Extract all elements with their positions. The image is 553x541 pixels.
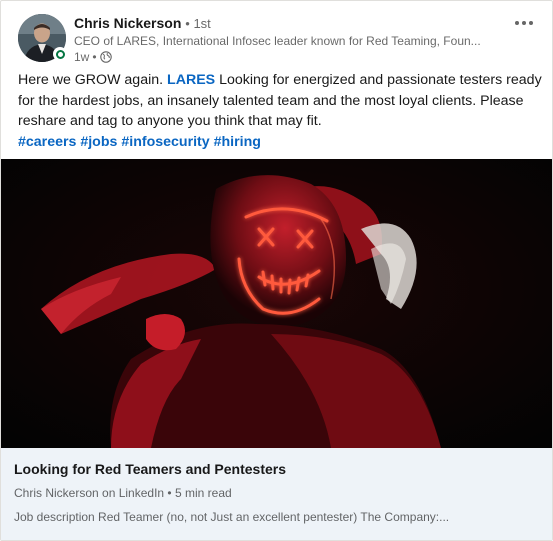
globe-icon	[99, 51, 112, 63]
post-time: 1w	[74, 50, 90, 64]
connection-degree: • 1st	[185, 16, 211, 31]
article-title[interactable]: Looking for Red Teamers and Pentesters	[14, 459, 286, 479]
author-headline: CEO of LARES, International Infosec lead…	[74, 34, 481, 48]
article-preview[interactable]: Looking for Red Teamers and Pentesters C…	[1, 448, 552, 540]
article-source: Chris Nickerson on LinkedIn • 5 min read	[14, 485, 232, 501]
author-avatar-wrap[interactable]	[18, 14, 67, 62]
hashtag-careers[interactable]: #careers	[18, 134, 76, 150]
separator-dot: •	[167, 486, 175, 500]
post-timestamp-line: 1w •	[74, 49, 504, 65]
online-presence-indicator	[53, 47, 67, 61]
company-mention-link[interactable]: LARES	[167, 72, 215, 88]
feed-post-card: Chris Nickerson • 1st CEO of LARES, Inte…	[0, 0, 553, 541]
post-text-intro: Here we GROW again.	[18, 72, 164, 88]
author-name-line: Chris Nickerson • 1st	[74, 13, 504, 34]
masked-figure-illustration	[1, 159, 552, 448]
article-read-time: 5 min read	[174, 486, 232, 500]
more-horizontal-icon	[515, 21, 519, 25]
hashtag-jobs[interactable]: #jobs	[80, 134, 117, 150]
post-commentary: Here we GROW again. LARES Looking for en…	[18, 70, 543, 152]
author-meta: Chris Nickerson • 1st CEO of LARES, Inte…	[74, 13, 504, 65]
hashtag-hiring[interactable]: #hiring	[214, 134, 261, 150]
connection-degree-label: 1st	[193, 16, 211, 31]
hashtag-list: #careers #jobs #infosecurity #hiring	[18, 134, 261, 150]
article-description: Job description Red Teamer (no, not Just…	[14, 510, 450, 524]
article-cover-image[interactable]	[1, 159, 552, 448]
article-source-author: Chris Nickerson on LinkedIn	[14, 486, 165, 500]
more-horizontal-icon	[522, 21, 526, 25]
more-horizontal-icon	[529, 21, 533, 25]
post-header: Chris Nickerson • 1st CEO of LARES, Inte…	[1, 1, 552, 67]
author-name[interactable]: Chris Nickerson	[74, 15, 181, 31]
separator-dot: •	[92, 50, 97, 64]
hashtag-infosecurity[interactable]: #infosecurity	[121, 134, 209, 150]
more-options-button[interactable]	[510, 13, 538, 33]
